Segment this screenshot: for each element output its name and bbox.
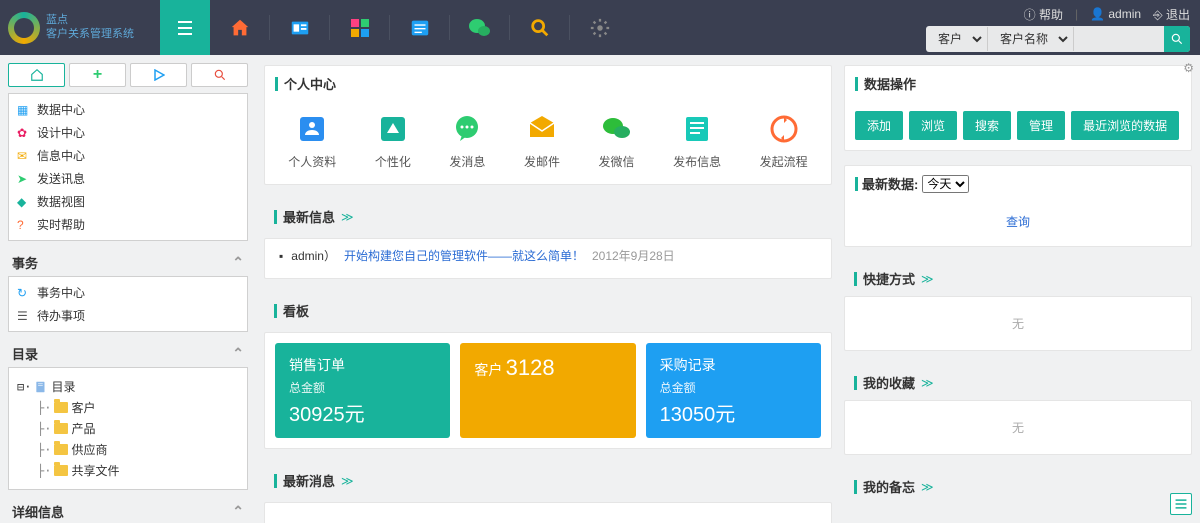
tab-search[interactable] <box>191 63 248 87</box>
dir-header[interactable]: 目录⌃ <box>8 342 248 365</box>
empty-text: 无 <box>265 503 831 523</box>
logout-link[interactable]: ⎆ 退出 <box>1153 6 1190 23</box>
nav-panel: ▦数据中心✿设计中心✉信息中心➤发送讯息◆数据视图?实时帮助 <box>8 93 248 241</box>
action-publish[interactable]: 发布信息 <box>673 111 721 170</box>
fav-card: 无 <box>844 400 1192 455</box>
shortcut-card: 无 <box>844 296 1192 351</box>
search-category[interactable]: 客户 <box>928 27 985 51</box>
more-icon[interactable]: ≫ <box>341 474 354 488</box>
nav-home-icon[interactable] <box>210 0 270 55</box>
top-links: ⓘ 帮助 | 👤 admin ⎆ 退出 <box>1024 4 1190 24</box>
topbar: 蓝点 客户关系管理系统 ⓘ 帮助 | 👤 admin ⎆ 退出 客户 客户名称 <box>0 0 1200 55</box>
nav-chat-icon[interactable] <box>450 0 510 55</box>
latest-data-header: 最新数据: <box>862 174 918 193</box>
latest-info-card: ▪ admin） 开始构建您自己的管理软件——就这么简单！ 2012年9月28日 <box>264 238 832 279</box>
tab-home[interactable] <box>8 63 65 87</box>
top-nav <box>210 0 630 55</box>
op-btn-2[interactable]: 搜索 <box>963 111 1011 140</box>
tree-item[interactable]: ├·共享文件 <box>37 460 239 481</box>
more-icon[interactable]: ≫ <box>921 480 934 494</box>
detail-header[interactable]: 详细信息⌃ <box>8 500 248 523</box>
date-select[interactable]: 今天 <box>922 175 969 193</box>
help-link[interactable]: ⓘ 帮助 <box>1024 6 1063 23</box>
dir-panel: ⊟·目录 ├·客户├·产品├·供应商├·共享文件 <box>8 367 248 490</box>
tab-add[interactable]: + <box>69 63 126 87</box>
memo-header: 我的备忘≫ <box>844 469 1192 504</box>
brand-sub: 客户关系管理系统 <box>46 28 134 41</box>
sidebar-item-data-view[interactable]: ◆数据视图 <box>9 190 247 213</box>
kanban-card-0[interactable]: 销售订单总金额30925元 <box>275 343 450 438</box>
kanban-card: 销售订单总金额30925元客户 3128采购记录总金额13050元 <box>264 332 832 449</box>
op-btn-1[interactable]: 浏览 <box>909 111 957 140</box>
op-btn-0[interactable]: 添加 <box>855 111 903 140</box>
sidebar: + ▦数据中心✿设计中心✉信息中心➤发送讯息◆数据视图?实时帮助 事务⌃ ↻事务… <box>0 55 256 523</box>
op-btn-4[interactable]: 最近浏览的数据 <box>1071 111 1179 140</box>
kanban-card-2[interactable]: 采购记录总金额13050元 <box>646 343 821 438</box>
fav-header: 我的收藏≫ <box>844 365 1192 400</box>
affairs-panel: ↻事务中心☰待办事项 <box>8 276 248 332</box>
search-bar: 客户 客户名称 <box>926 26 1190 52</box>
user-link[interactable]: 👤 admin <box>1090 7 1141 21</box>
nav-settings-icon[interactable] <box>570 0 630 55</box>
latest-msg-card: 无 <box>264 502 832 523</box>
kanban-header: 看板 <box>264 293 832 328</box>
tab-play[interactable] <box>130 63 187 87</box>
sidebar-item-data-center[interactable]: ▦数据中心 <box>9 98 247 121</box>
action-send-wechat[interactable]: 发微信 <box>599 111 635 170</box>
search-field[interactable]: 客户名称 <box>990 27 1071 51</box>
logo[interactable]: 蓝点 客户关系管理系统 <box>0 0 160 55</box>
action-profile[interactable]: 个人资料 <box>288 111 336 170</box>
personal-center-header: 个人中心 <box>265 66 831 101</box>
more-icon[interactable]: ≫ <box>921 376 934 390</box>
float-menu-button[interactable] <box>1170 493 1192 515</box>
news-title[interactable]: 开始构建您自己的管理软件——就这么简单！ <box>344 247 584 264</box>
data-ops-header: 数据操作 <box>845 66 1191 101</box>
menu-toggle[interactable] <box>160 0 210 55</box>
sidebar-item-info-center[interactable]: ✉信息中心 <box>9 144 247 167</box>
shortcut-header: 快捷方式≫ <box>844 261 1192 296</box>
sidebar-item-task-center[interactable]: ↻事务中心 <box>9 281 247 304</box>
nav-list-icon[interactable] <box>390 0 450 55</box>
latest-msg-header: 最新消息≫ <box>264 463 832 498</box>
search-input[interactable] <box>1074 32 1164 46</box>
sidebar-item-send-msg[interactable]: ➤发送讯息 <box>9 167 247 190</box>
action-send-mail[interactable]: 发邮件 <box>524 111 560 170</box>
latest-info-header: 最新信息≫ <box>264 199 832 234</box>
nav-search-icon[interactable] <box>510 0 570 55</box>
data-ops-card: 数据操作 添加浏览搜索管理最近浏览的数据 <box>844 65 1192 151</box>
more-icon[interactable]: ≫ <box>921 272 934 286</box>
sidebar-item-todo[interactable]: ☰待办事项 <box>9 304 247 327</box>
news-author: admin） <box>291 247 336 264</box>
tree-item[interactable]: ├·供应商 <box>37 439 239 460</box>
search-button[interactable] <box>1164 26 1190 52</box>
affairs-header[interactable]: 事务⌃ <box>8 251 248 274</box>
action-workflow[interactable]: 发起流程 <box>760 111 808 170</box>
brand-name: 蓝点 <box>46 14 134 27</box>
action-personalize[interactable]: 个性化 <box>375 111 411 170</box>
latest-data-card: 最新数据: 今天 查询 <box>844 165 1192 247</box>
news-row[interactable]: ▪ admin） 开始构建您自己的管理软件——就这么简单！ 2012年9月28日 <box>279 247 817 264</box>
personal-center-card: 个人中心 个人资料 个性化 发消息 发邮件 发微信 发布信息发起流程 <box>264 65 832 185</box>
nav-card-icon[interactable] <box>270 0 330 55</box>
nav-grid-icon[interactable] <box>330 0 390 55</box>
tree-item[interactable]: ├·产品 <box>37 418 239 439</box>
sidebar-item-design-center[interactable]: ✿设计中心 <box>9 121 247 144</box>
query-link[interactable]: 查询 <box>1006 215 1030 229</box>
tree-root[interactable]: ⊟·目录 <box>17 376 239 397</box>
news-date: 2012年9月28日 <box>592 247 675 264</box>
kanban-card-1[interactable]: 客户 3128 <box>460 343 635 438</box>
more-icon[interactable]: ≫ <box>341 210 354 224</box>
logo-icon <box>8 12 40 44</box>
action-send-im[interactable]: 发消息 <box>449 111 485 170</box>
sidebar-item-live-help[interactable]: ?实时帮助 <box>9 213 247 236</box>
tree-item[interactable]: ├·客户 <box>37 397 239 418</box>
op-btn-3[interactable]: 管理 <box>1017 111 1065 140</box>
